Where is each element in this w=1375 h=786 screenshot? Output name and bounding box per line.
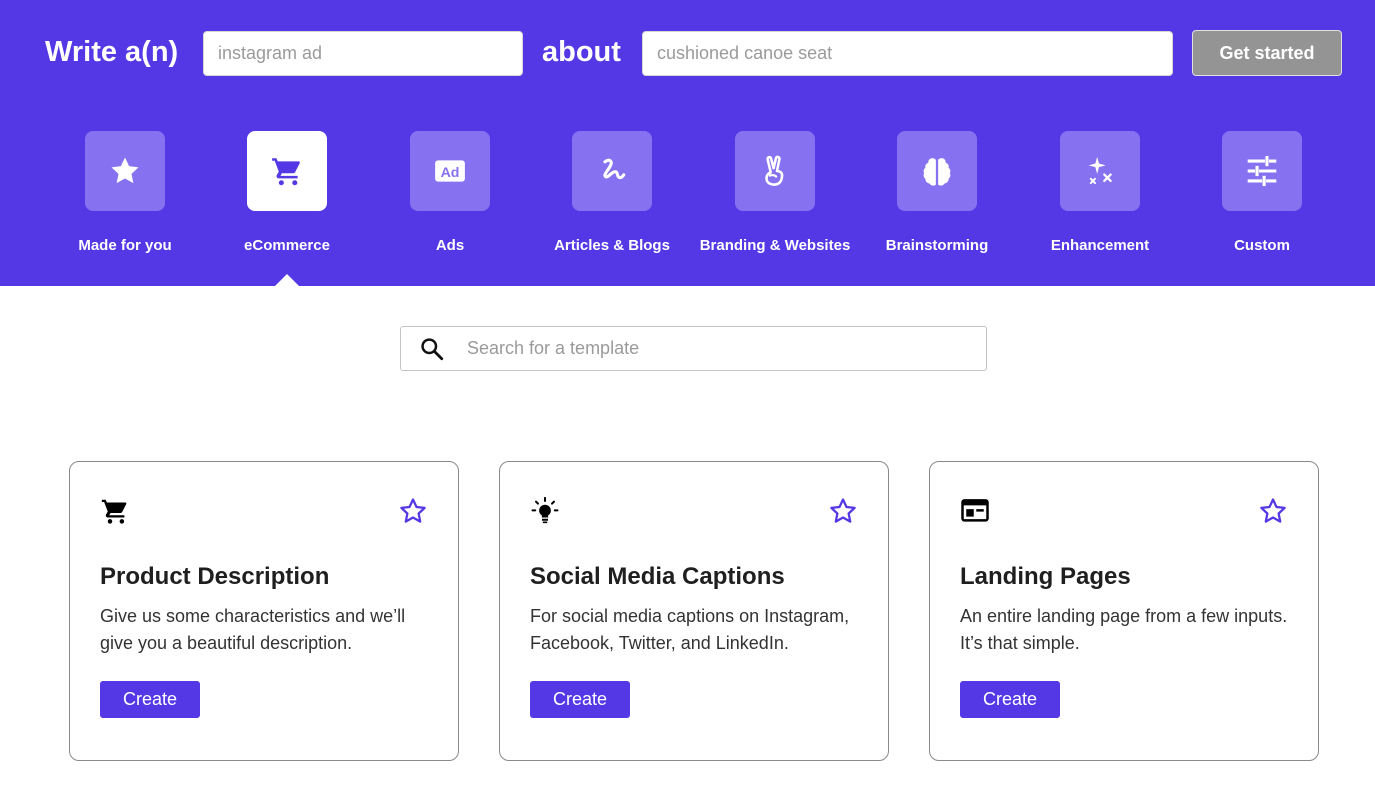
category-label: Branding & Websites [699, 237, 851, 254]
favorite-star-icon[interactable] [398, 496, 428, 526]
squiggle-icon [603, 158, 626, 180]
category-enhancement[interactable]: Enhancement [1010, 131, 1190, 271]
template-card-product-description: Product Description Give us some charact… [69, 461, 459, 761]
category-tile [1222, 131, 1302, 211]
sparkles-icon [1088, 156, 1112, 185]
topic-input[interactable] [642, 31, 1173, 76]
category-tile [572, 131, 652, 211]
category-made-for-you[interactable]: Made for you [35, 131, 215, 271]
about-label: about [542, 36, 621, 68]
category-label: Brainstorming [885, 237, 989, 254]
category-articles-blogs[interactable]: Articles & Blogs [522, 131, 702, 271]
ad-icon: Ad [435, 160, 465, 182]
web-page-icon [961, 499, 989, 522]
card-description: For social media captions on Instagram, … [530, 606, 850, 653]
category-branding-websites[interactable]: Branding & Websites [685, 131, 865, 271]
create-button[interactable]: Create [100, 681, 200, 718]
category-tile [735, 131, 815, 211]
write-label: Write a(n) [45, 36, 179, 68]
brain-icon [923, 158, 951, 186]
category-tile [247, 131, 327, 211]
card-title: Product Description [100, 563, 330, 590]
peace-hand-icon [765, 155, 784, 186]
category-ads[interactable]: Ad Ads [360, 131, 540, 271]
category-brainstorming[interactable]: Brainstorming [847, 131, 1027, 271]
get-started-button[interactable]: Get started [1192, 30, 1342, 76]
shopping-cart-icon [101, 499, 127, 524]
lightbulb-icon [531, 496, 559, 524]
sliders-icon [1247, 155, 1277, 187]
card-description: Give us some characteristics and we’ll g… [100, 606, 406, 653]
template-card-social-media-captions: Social Media Captions For social media c… [499, 461, 889, 761]
shopping-cart-icon [272, 158, 300, 186]
card-title: Landing Pages [960, 563, 1131, 590]
category-label: Made for you [78, 237, 172, 254]
category-custom[interactable]: Custom [1172, 131, 1352, 271]
category-label: Custom [1234, 237, 1290, 254]
favorite-star-icon[interactable] [1258, 496, 1288, 526]
category-tile: Ad [410, 131, 490, 211]
star-icon [111, 157, 139, 184]
content-type-input[interactable] [203, 31, 523, 76]
category-label: Ads [435, 237, 465, 254]
card-description: An entire landing page from a few inputs… [960, 606, 1288, 653]
category-ecommerce[interactable]: eCommerce [197, 131, 377, 271]
template-search[interactable] [400, 326, 987, 371]
active-category-pointer [275, 274, 299, 286]
svg-text:Ad: Ad [441, 165, 460, 181]
category-label: Enhancement [1050, 237, 1150, 254]
card-title: Social Media Captions [530, 563, 785, 590]
create-button[interactable]: Create [530, 681, 630, 718]
category-label: Articles & Blogs [554, 237, 670, 254]
create-button[interactable]: Create [960, 681, 1060, 718]
hero-banner: Write a(n) about Get started Made for yo… [0, 0, 1375, 286]
search-icon [421, 338, 444, 361]
category-tile [897, 131, 977, 211]
category-label: eCommerce [244, 237, 330, 254]
favorite-star-icon[interactable] [828, 496, 858, 526]
category-tile [85, 131, 165, 211]
template-card-landing-pages: Landing Pages An entire landing page fro… [929, 461, 1319, 761]
category-tile [1060, 131, 1140, 211]
search-input[interactable] [467, 327, 977, 370]
